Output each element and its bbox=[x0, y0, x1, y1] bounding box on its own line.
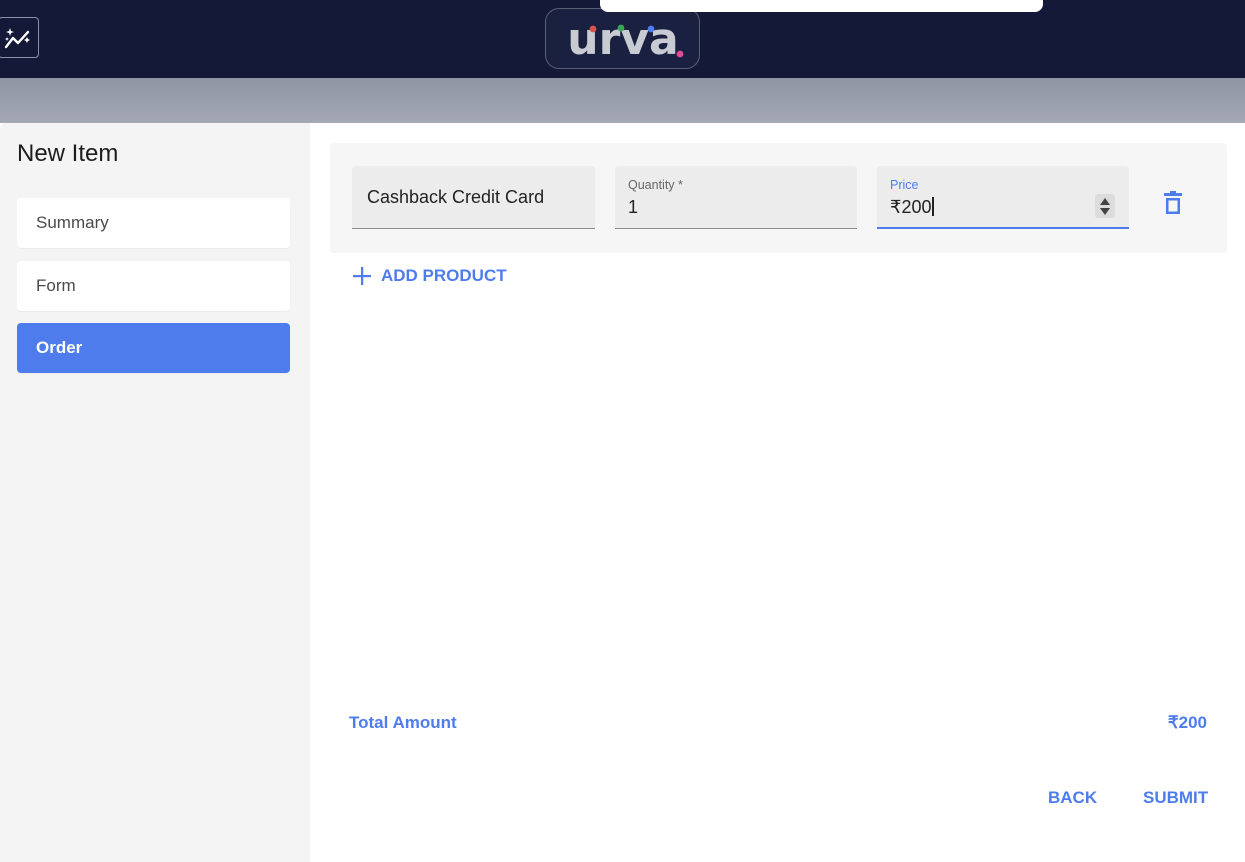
submit-button[interactable]: SUBMIT bbox=[1143, 788, 1208, 808]
trend-button[interactable] bbox=[0, 17, 39, 58]
notification-strip bbox=[600, 0, 1043, 12]
dialog-title: New Item bbox=[17, 140, 119, 167]
product-name-field[interactable]: Cashback Credit Card bbox=[352, 166, 595, 229]
trash-icon bbox=[1164, 191, 1182, 214]
quantity-value: 1 bbox=[628, 197, 639, 217]
new-item-dialog: New Item Summary Form Order Cashback Cre… bbox=[0, 123, 1245, 862]
plus-icon bbox=[353, 267, 371, 285]
sidebar-item-summary[interactable]: Summary bbox=[17, 198, 290, 248]
stepper-up-icon bbox=[1100, 197, 1110, 205]
product-row: Cashback Credit Card Quantity * 1 Price … bbox=[330, 143, 1227, 253]
stepper-down-icon bbox=[1100, 207, 1110, 215]
sidebar-item-order[interactable]: Order bbox=[17, 323, 290, 373]
price-label: Price bbox=[890, 178, 919, 192]
text-caret bbox=[932, 197, 935, 216]
trending-sparkle-icon bbox=[4, 27, 30, 48]
add-product-label: ADD PRODUCT bbox=[381, 266, 507, 285]
dialog-sidebar: New Item Summary Form Order bbox=[0, 123, 310, 862]
app-logo[interactable]: urva bbox=[545, 8, 700, 69]
price-field[interactable]: Price ₹200 bbox=[877, 166, 1129, 229]
price-stepper[interactable] bbox=[1095, 194, 1115, 218]
back-button[interactable]: BACK bbox=[1048, 788, 1097, 808]
backdrop bbox=[0, 78, 1245, 123]
price-value: ₹200 bbox=[890, 197, 932, 217]
svg-text:urva: urva bbox=[567, 14, 678, 64]
top-bar: urva bbox=[0, 0, 1245, 78]
quantity-field[interactable]: Quantity * 1 bbox=[615, 166, 857, 229]
delete-product-button[interactable] bbox=[1160, 189, 1186, 217]
quantity-label: Quantity * bbox=[628, 178, 683, 192]
product-name-value: Cashback Credit Card bbox=[367, 187, 545, 207]
urva-logo: urva bbox=[567, 14, 683, 64]
sidebar-item-form[interactable]: Form bbox=[17, 261, 290, 311]
total-amount-label: Total Amount bbox=[349, 713, 457, 732]
add-product-button[interactable]: ADD PRODUCT bbox=[352, 266, 507, 286]
total-amount-value: ₹200 bbox=[1167, 713, 1207, 732]
order-panel: Cashback Credit Card Quantity * 1 Price … bbox=[310, 123, 1245, 862]
price-value-wrap: ₹200 bbox=[890, 197, 935, 218]
